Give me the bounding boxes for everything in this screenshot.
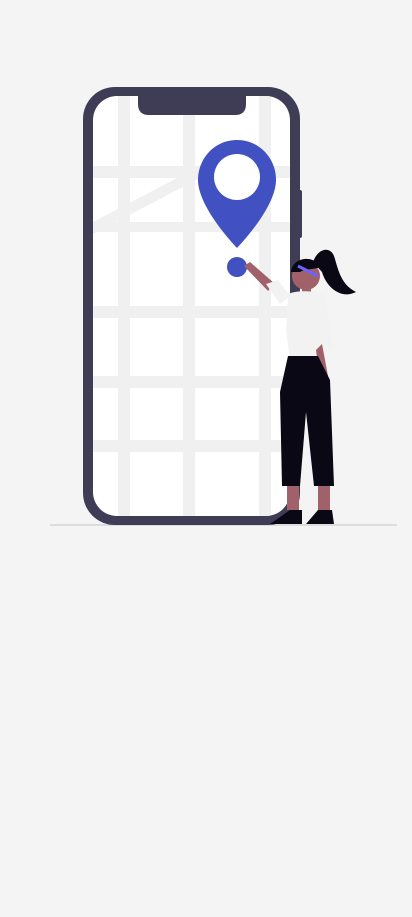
location-illustration	[50, 87, 397, 526]
phone-icon	[83, 87, 302, 525]
empty-content-area	[0, 560, 412, 917]
onboarding-screen	[0, 0, 412, 917]
